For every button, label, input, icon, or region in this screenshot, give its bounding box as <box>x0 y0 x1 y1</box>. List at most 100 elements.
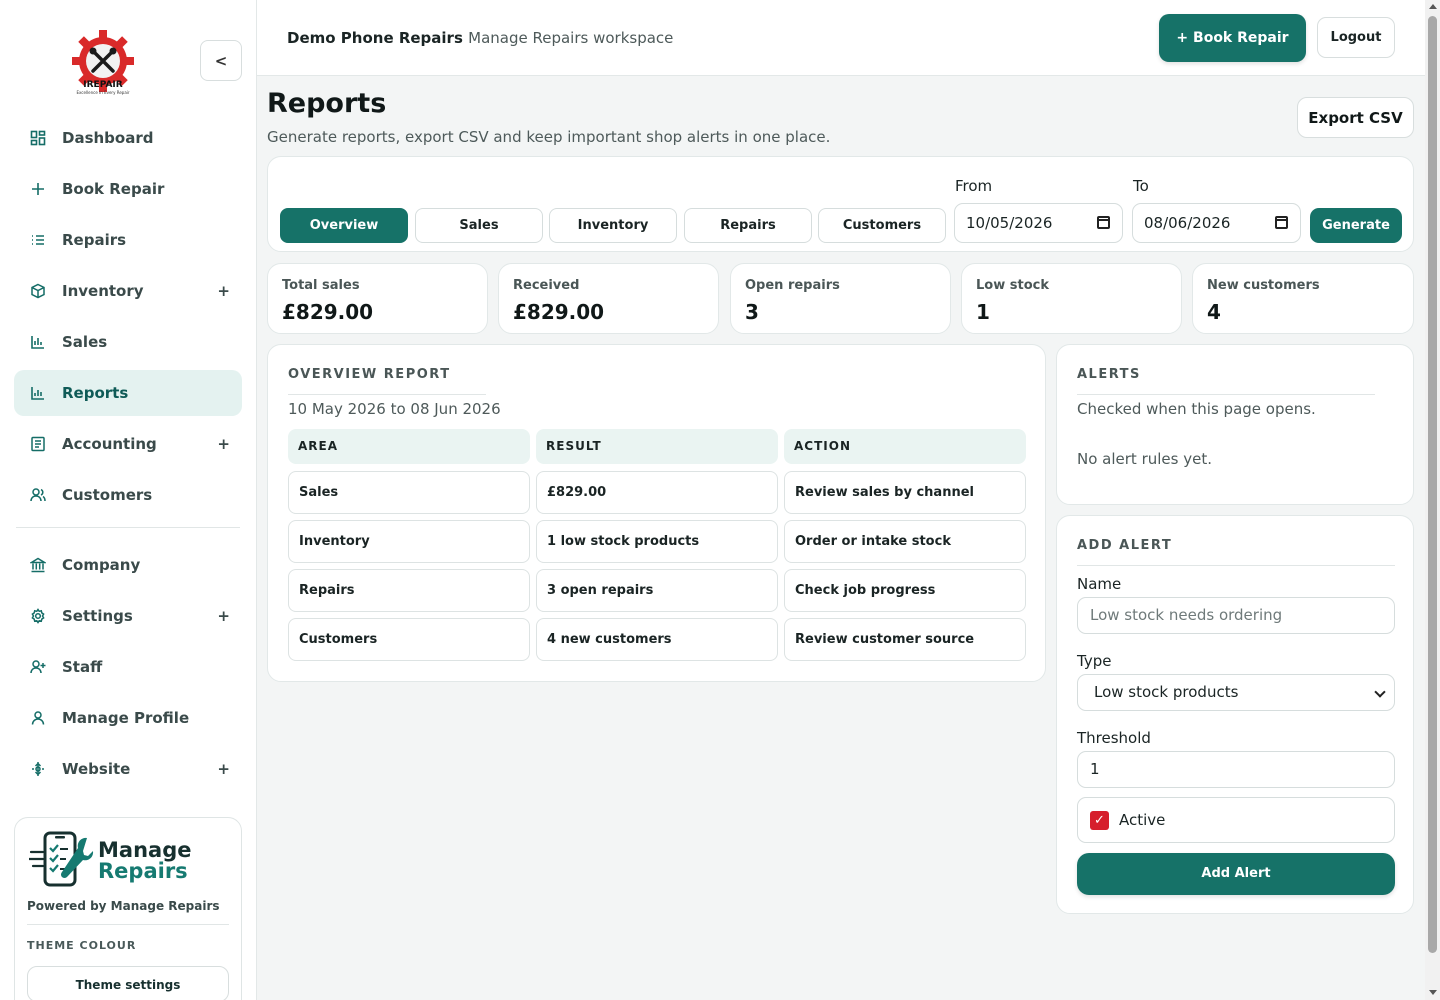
table-cell: Customers <box>288 618 530 661</box>
active-toggle-row[interactable]: ✓ Active <box>1077 797 1395 843</box>
from-date-label: From <box>955 177 993 195</box>
sidebar-item-staff[interactable]: Staff <box>14 644 242 690</box>
stat-card-new-customers: New customers 4 <box>1192 263 1414 334</box>
active-label: Active <box>1119 811 1166 829</box>
stat-card-open-repairs: Open repairs 3 <box>730 263 951 334</box>
sidebar-item-label: Website <box>62 760 131 778</box>
from-date-input[interactable]: 10/05/2026 <box>954 203 1123 243</box>
calendar-icon[interactable] <box>1097 216 1110 229</box>
sidebar-item-label: Customers <box>62 486 153 504</box>
expand-icon[interactable]: + <box>217 435 230 453</box>
table-cell: Inventory <box>288 520 530 563</box>
tab-inventory[interactable]: Inventory <box>549 208 677 243</box>
bank-icon <box>30 557 46 573</box>
to-date-input[interactable]: 08/06/2026 <box>1132 203 1301 243</box>
sidebar-item-company[interactable]: Company <box>14 542 242 588</box>
stat-value: £829.00 <box>282 300 374 324</box>
threshold-label: Threshold <box>1077 729 1151 747</box>
to-date-value: 08/06/2026 <box>1144 214 1231 232</box>
sidebar-item-accounting[interactable]: Accounting + <box>14 421 242 467</box>
sidebar-item-settings[interactable]: Settings + <box>14 593 242 639</box>
brand-card: Manage Repairs Powered by Manage Repairs… <box>14 817 242 1000</box>
sidebar-item-manage-profile[interactable]: Manage Profile <box>14 695 242 741</box>
user-icon <box>30 710 46 726</box>
sidebar-item-label: Dashboard <box>62 129 154 147</box>
powered-by-text: Powered by Manage Repairs <box>27 899 220 913</box>
sidebar-item-label: Settings <box>62 607 133 625</box>
alerts-card: ALERTS Checked when this page opens. No … <box>1056 344 1414 505</box>
table-cell: Repairs <box>288 569 530 612</box>
generate-button[interactable]: Generate <box>1310 208 1402 243</box>
table-cell: 1 low stock products <box>536 520 778 563</box>
sidebar-item-label: Repairs <box>62 231 127 249</box>
add-alert-button[interactable]: Add Alert <box>1077 853 1395 895</box>
to-date-label: To <box>1133 177 1149 195</box>
book-repair-button[interactable]: + Book Repair <box>1159 14 1306 62</box>
expand-icon[interactable]: + <box>217 607 230 625</box>
alerts-title: ALERTS <box>1077 367 1141 382</box>
workspace-label: Manage Repairs workspace <box>468 29 674 47</box>
logout-button[interactable]: Logout <box>1317 17 1395 58</box>
page-scrollbar[interactable] <box>1425 0 1440 1000</box>
sidebar-item-book-repair[interactable]: Book Repair <box>14 166 242 212</box>
scroll-down-arrow-icon[interactable] <box>1429 990 1437 995</box>
sidebar-item-sales[interactable]: Sales <box>14 319 242 365</box>
sidebar: IREPAIR Excellence In Every Repair < Das… <box>0 0 257 1000</box>
brand-name-line2: Repairs <box>98 859 188 883</box>
collapse-sidebar-button[interactable]: < <box>200 40 242 81</box>
scroll-up-arrow-icon[interactable] <box>1429 4 1437 9</box>
stat-label: Open repairs <box>745 278 840 293</box>
overview-report-card: OVERVIEW REPORT 10 May 2026 to 08 Jun 20… <box>267 344 1046 682</box>
chevron-down-icon <box>1374 686 1386 698</box>
sidebar-item-label: Staff <box>62 658 103 676</box>
sidebar-item-customers[interactable]: Customers <box>14 472 242 518</box>
export-csv-button[interactable]: Export CSV <box>1297 97 1414 138</box>
type-label: Type <box>1077 652 1112 670</box>
sidebar-item-label: Book Repair <box>62 180 165 198</box>
column-header-area: AREA <box>288 429 530 464</box>
column-header-action: ACTION <box>784 429 1026 464</box>
tab-overview[interactable]: Overview <box>280 208 408 243</box>
plus-icon <box>30 181 46 197</box>
calendar-icon[interactable] <box>1275 216 1288 229</box>
add-alert-title: ADD ALERT <box>1077 538 1173 553</box>
dashboard-icon <box>30 130 46 146</box>
table-cell: 3 open repairs <box>536 569 778 612</box>
sidebar-item-dashboard[interactable]: Dashboard <box>14 115 242 161</box>
sidebar-item-website[interactable]: Website + <box>14 746 242 792</box>
sidebar-item-repairs[interactable]: Repairs <box>14 217 242 263</box>
theme-settings-button[interactable]: Theme settings <box>27 966 229 1000</box>
sidebar-item-label: Accounting <box>62 435 157 453</box>
manage-repairs-logo-icon <box>29 831 94 887</box>
tab-repairs[interactable]: Repairs <box>684 208 812 243</box>
sidebar-divider <box>16 527 240 528</box>
tab-sales[interactable]: Sales <box>415 208 543 243</box>
theme-colour-label: THEME COLOUR <box>27 939 137 952</box>
sidebar-item-label: Company <box>62 556 141 574</box>
top-bar: Demo Phone Repairs Manage Repairs worksp… <box>257 0 1425 76</box>
sidebar-item-reports[interactable]: Reports <box>14 370 242 416</box>
alert-type-select[interactable]: Low stock products <box>1077 674 1395 711</box>
table-cell: Order or intake stock <box>784 520 1026 563</box>
scrollbar-thumb[interactable] <box>1428 16 1437 953</box>
active-checkbox[interactable]: ✓ <box>1090 811 1109 830</box>
tab-customers[interactable]: Customers <box>818 208 946 243</box>
add-alert-card: ADD ALERT Name Low stock needs ordering … <box>1056 515 1414 914</box>
column-header-result: RESULT <box>536 429 778 464</box>
stat-card-low-stock: Low stock 1 <box>961 263 1182 334</box>
stat-value: 1 <box>976 300 990 324</box>
alerts-empty-state: No alert rules yet. <box>1077 450 1212 468</box>
alert-name-input[interactable]: Low stock needs ordering <box>1077 597 1395 634</box>
expand-icon[interactable]: + <box>217 282 230 300</box>
sidebar-item-label: Manage Profile <box>62 709 190 727</box>
report-chart-icon <box>30 385 46 401</box>
threshold-input[interactable]: 1 <box>1077 751 1395 788</box>
table-cell: Review customer source <box>784 618 1026 661</box>
expand-icon[interactable]: + <box>217 760 230 778</box>
stat-value: £829.00 <box>513 300 605 324</box>
shop-title: Demo Phone Repairs Manage Repairs worksp… <box>287 29 673 47</box>
page-title: Reports <box>267 88 387 119</box>
website-icon <box>30 761 46 777</box>
stat-label: Received <box>513 278 580 293</box>
sidebar-item-inventory[interactable]: Inventory + <box>14 268 242 314</box>
